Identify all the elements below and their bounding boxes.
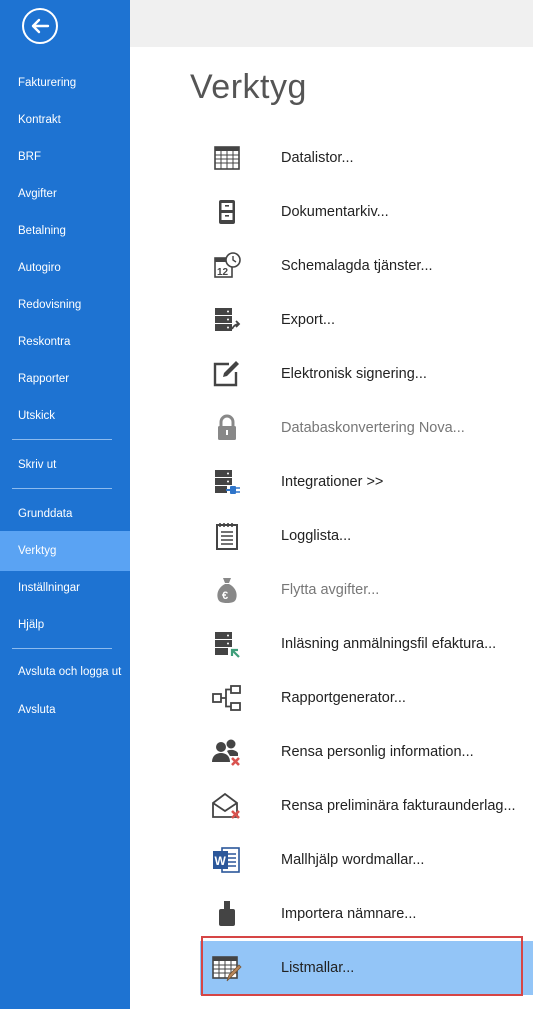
top-bar bbox=[130, 0, 533, 47]
tool-label: Databaskonvertering Nova... bbox=[281, 420, 465, 436]
tool-flytta-avgifter[interactable]: € Flytta avgifter... bbox=[200, 563, 533, 617]
tool-listmallar[interactable]: Listmallar... bbox=[200, 941, 533, 995]
tool-rensa-personlig-information[interactable]: Rensa personlig information... bbox=[200, 725, 533, 779]
arrow-left-circle-icon bbox=[31, 18, 50, 34]
sidebar: Fakturering Kontrakt BRF Avgifter Betaln… bbox=[0, 0, 130, 1009]
tool-integrationer[interactable]: Integrationer >> bbox=[200, 455, 533, 509]
hierarchy-icon bbox=[210, 681, 244, 715]
tool-export[interactable]: Export... bbox=[200, 293, 533, 347]
tool-label: Export... bbox=[281, 312, 335, 328]
word-document-icon: W bbox=[210, 843, 244, 877]
sidebar-item-skriv-ut[interactable]: Skriv ut bbox=[0, 446, 130, 483]
tool-rensa-preliminara-fakturaunderlag[interactable]: Rensa preliminära fakturaunderlag... bbox=[200, 779, 533, 833]
tool-label: Logglista... bbox=[281, 528, 352, 544]
notepad-icon bbox=[210, 519, 244, 553]
sidebar-item-redovisning[interactable]: Redovisning bbox=[0, 286, 130, 323]
sidebar-divider bbox=[12, 648, 112, 649]
tool-label: Dokumentarkiv... bbox=[281, 204, 389, 220]
sidebar-item-fakturering[interactable]: Fakturering bbox=[0, 64, 130, 101]
sidebar-item-avsluta-och-logga-ut[interactable]: Avsluta och logga ut bbox=[0, 653, 130, 690]
calendar-clock-icon: 12 bbox=[210, 249, 244, 283]
weight-icon bbox=[210, 897, 244, 931]
tool-label: Flytta avgifter... bbox=[281, 582, 380, 598]
sidebar-item-installningar[interactable]: Inställningar bbox=[0, 569, 130, 606]
tool-elektronisk-signering[interactable]: Elektronisk signering... bbox=[200, 347, 533, 401]
sidebar-item-autogiro[interactable]: Autogiro bbox=[0, 249, 130, 286]
server-import-icon bbox=[210, 627, 244, 661]
tool-datalistor[interactable]: Datalistor... bbox=[200, 131, 533, 185]
sidebar-item-utskick[interactable]: Utskick bbox=[0, 397, 130, 434]
sidebar-item-reskontra[interactable]: Reskontra bbox=[0, 323, 130, 360]
tool-dokumentarkiv[interactable]: Dokumentarkiv... bbox=[200, 185, 533, 239]
tool-label: Datalistor... bbox=[281, 150, 354, 166]
edit-sign-icon bbox=[210, 357, 244, 391]
table-edit-icon bbox=[210, 951, 244, 985]
sidebar-item-verktyg[interactable]: Verktyg bbox=[0, 531, 130, 571]
svg-text:12: 12 bbox=[217, 267, 229, 278]
server-plug-icon bbox=[210, 465, 244, 499]
back-button[interactable] bbox=[22, 8, 58, 44]
tool-label: Schemalagda tjänster... bbox=[281, 258, 433, 274]
filing-cabinet-icon bbox=[210, 195, 244, 229]
tool-label: Integrationer >> bbox=[281, 474, 384, 490]
sidebar-item-hjalp[interactable]: Hjälp bbox=[0, 606, 130, 643]
svg-text:W: W bbox=[215, 854, 227, 868]
page-title: Verktyg bbox=[190, 68, 307, 106]
server-export-icon bbox=[210, 303, 244, 337]
tool-schemalagda-tjanster[interactable]: 12 Schemalagda tjänster... bbox=[200, 239, 533, 293]
tool-label: Importera nämnare... bbox=[281, 906, 417, 922]
users-remove-icon bbox=[210, 735, 244, 769]
tool-label: Rensa preliminära fakturaunderlag... bbox=[281, 798, 516, 814]
tool-rapportgenerator[interactable]: Rapportgenerator... bbox=[200, 671, 533, 725]
table-grid-icon bbox=[210, 141, 244, 175]
tool-importera-namnare[interactable]: Importera nämnare... bbox=[200, 887, 533, 941]
sidebar-item-avsluta[interactable]: Avsluta bbox=[0, 691, 130, 728]
svg-text:€: € bbox=[222, 590, 228, 602]
sidebar-item-betalning[interactable]: Betalning bbox=[0, 212, 130, 249]
sidebar-item-brf[interactable]: BRF bbox=[0, 138, 130, 175]
tool-label: Mallhjälp wordmallar... bbox=[281, 852, 425, 868]
tool-label: Rapportgenerator... bbox=[281, 690, 406, 706]
tool-mallhjalp-wordmallar[interactable]: W Mallhjälp wordmallar... bbox=[200, 833, 533, 887]
lock-icon bbox=[210, 411, 244, 445]
sidebar-item-avgifter[interactable]: Avgifter bbox=[0, 175, 130, 212]
tool-label: Rensa personlig information... bbox=[281, 744, 474, 760]
sidebar-item-kontrakt[interactable]: Kontrakt bbox=[0, 101, 130, 138]
sidebar-divider bbox=[12, 488, 112, 489]
envelope-remove-icon bbox=[210, 789, 244, 823]
sidebar-item-grunddata[interactable]: Grunddata bbox=[0, 495, 130, 532]
tool-label: Listmallar... bbox=[281, 960, 355, 976]
tool-label: Elektronisk signering... bbox=[281, 366, 427, 382]
tool-databaskonvertering-nova[interactable]: Databaskonvertering Nova... bbox=[200, 401, 533, 455]
sidebar-item-rapporter[interactable]: Rapporter bbox=[0, 360, 130, 397]
tool-label: Inläsning anmälningsfil efaktura... bbox=[281, 636, 497, 652]
tool-logglista[interactable]: Logglista... bbox=[200, 509, 533, 563]
tool-inlasning-anmalningsfil[interactable]: Inläsning anmälningsfil efaktura... bbox=[200, 617, 533, 671]
money-bag-icon: € bbox=[210, 573, 244, 607]
sidebar-divider bbox=[12, 439, 112, 440]
